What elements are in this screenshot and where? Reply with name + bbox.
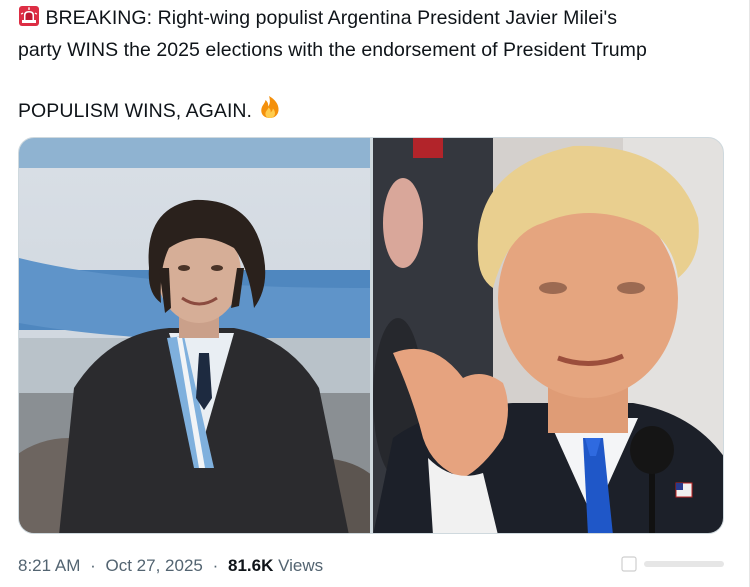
tweet-line-2: party WINS the 2025 elections with the e… [18,39,647,61]
siren-icon [18,5,40,36]
separator: · [90,556,96,575]
tweet-date[interactable]: Oct 27, 2025 [106,556,203,575]
tweet-text-line1: BREAKING: Right-wing populist Argentina … [45,7,618,29]
tweet-line-3: POPULISM WINS, AGAIN. [18,94,733,129]
milei-photo[interactable] [19,138,370,533]
views-count: 81.6K [228,556,274,575]
tweet-text-line3: POPULISM WINS, AGAIN. [18,100,253,122]
tweet-time[interactable]: 8:21 AM [18,556,80,575]
trump-photo[interactable] [372,138,723,533]
views-label: Views [278,556,324,575]
separator: · [212,556,219,575]
tweet-meta: 8:21 AM · Oct 27, 2025 · 81.6K Views [18,556,323,576]
tweet-media [18,137,724,534]
tweet-line-1: BREAKING: Right-wing populist Argentina … [18,4,733,36]
tweet-body: BREAKING: Right-wing populist Argentina … [18,4,733,129]
fire-icon [257,94,283,129]
watermark [620,553,732,575]
